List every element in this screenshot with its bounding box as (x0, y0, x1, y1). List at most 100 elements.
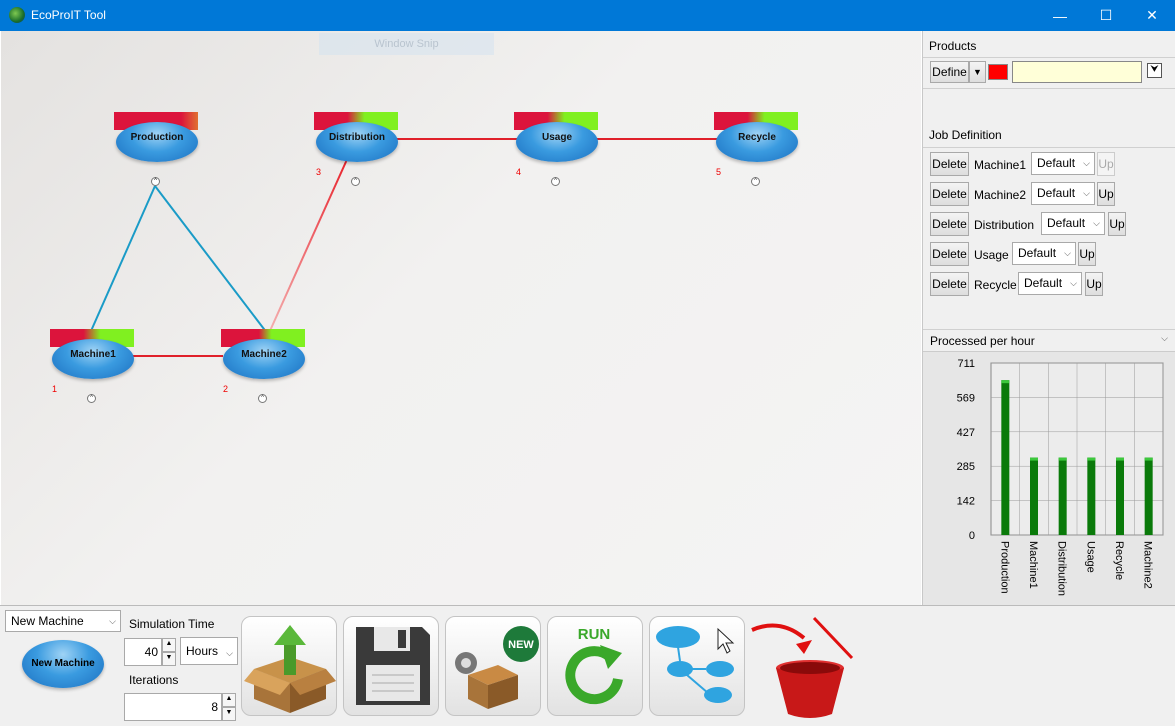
open-box-icon (244, 625, 336, 713)
bar-highlight (1030, 457, 1038, 461)
chevron-down-icon: ⌵ (1161, 333, 1168, 343)
y-tick-label: 285 (957, 461, 975, 473)
node-production[interactable]: Production (114, 112, 198, 182)
sim-time-input[interactable]: 40 (124, 638, 162, 666)
bar (1030, 457, 1038, 535)
link-production-machine2[interactable] (154, 185, 268, 334)
product-expand-icon[interactable]: ⮟ (1147, 63, 1162, 78)
save-button[interactable] (343, 616, 439, 716)
chevron-down-icon: ⌵ (226, 648, 233, 658)
iterations-up-button[interactable]: ▲ (222, 693, 236, 707)
minimize-button[interactable]: — (1037, 0, 1083, 31)
connector-handle[interactable]: ^ (258, 394, 267, 403)
node-usage[interactable]: Usage 4 ^ (514, 112, 598, 186)
job-name: Machine1 (974, 158, 1027, 172)
bar-highlight (1001, 380, 1010, 384)
job-option-select[interactable]: Default ⌵ (1041, 212, 1105, 235)
app-globe-icon (9, 7, 25, 23)
delete-job-button[interactable]: Delete (930, 272, 969, 296)
node-label: Usage (541, 132, 572, 143)
load-button[interactable] (241, 616, 337, 716)
iterations-down-button[interactable]: ▼ (222, 707, 236, 721)
node-distribution[interactable]: Distribution 3 ^ (314, 112, 398, 186)
flowchart-cursor-icon (656, 626, 735, 703)
define-dropdown-button[interactable]: ▼ (969, 61, 986, 83)
connector-handle[interactable]: ^ (87, 394, 96, 403)
node-recycle[interactable]: Recycle 5 ^ (714, 112, 798, 186)
node-number: 4 (516, 167, 522, 177)
link-production-machine1[interactable] (90, 185, 156, 332)
job-option-value: Default (1024, 276, 1063, 290)
new-machine-tool[interactable]: New Machine (22, 640, 104, 688)
stats-selector[interactable]: Processed per hour ⌵ (923, 330, 1175, 352)
divider (923, 57, 1175, 58)
connector-handle[interactable]: ^ (751, 177, 760, 186)
job-name: Usage (974, 248, 1009, 262)
new-badge: NEW (508, 639, 534, 651)
sim-time-down-button[interactable]: ▼ (162, 652, 176, 666)
job-name: Machine2 (974, 188, 1027, 202)
y-tick-label: 142 (957, 496, 975, 508)
job-name: Distribution (974, 218, 1035, 232)
sim-time-unit-select[interactable]: Hours ⌵ (180, 637, 238, 665)
move-up-button[interactable]: Up (1108, 212, 1126, 236)
node-number: 1 (52, 384, 58, 394)
move-up-button[interactable]: Up (1097, 182, 1115, 206)
iterations-input[interactable]: 8 (124, 693, 222, 721)
new-model-button[interactable]: NEW (445, 616, 541, 716)
y-tick-label: 427 (957, 427, 975, 439)
right-panel: Products Define ▼ ⮟ Job Definition Delet… (922, 31, 1175, 605)
node-machine2[interactable]: Machine2 2 ^ (221, 329, 305, 403)
delete-job-button[interactable]: Delete (930, 242, 969, 266)
job-option-select[interactable]: Default ⌵ (1012, 242, 1076, 265)
products-title: Products (929, 39, 977, 53)
node-label: Production (130, 132, 184, 143)
divider (923, 147, 1175, 148)
job-definition-title: Job Definition (929, 128, 1002, 142)
delete-job-button[interactable]: Delete (930, 182, 969, 206)
job-option-value: Default (1018, 246, 1057, 260)
close-button[interactable]: ✕ (1129, 0, 1175, 31)
select-mode-button[interactable] (649, 616, 745, 716)
job-option-select[interactable]: Default ⌵ (1031, 152, 1095, 175)
run-refresh-icon: RUN (565, 626, 623, 705)
title-bar: EcoProIT Tool — ☐ ✕ (0, 0, 1175, 31)
x-tick-label: Recycle (1113, 541, 1125, 580)
chart-svg: 711 569 427 285 142 0 Production Machine1 Distri… (957, 358, 1164, 596)
machine-type-value: New Machine (11, 614, 84, 628)
processed-chart: 711 569 427 285 142 0 Production Machine1 Distri… (923, 352, 1175, 605)
node-number: 2 (223, 384, 229, 394)
chevron-down-icon: ⌵ (1070, 278, 1077, 288)
bottom-toolbar: New Machine ⌵ New Machine Simulation Time… (0, 605, 1175, 726)
move-up-button[interactable]: Up (1097, 152, 1115, 176)
job-option-select[interactable]: Default ⌵ (1018, 272, 1082, 295)
product-color-swatch[interactable] (988, 64, 1008, 80)
bar (1001, 380, 1010, 535)
connector-handle[interactable]: ^ (351, 177, 360, 186)
product-name-input[interactable] (1012, 61, 1142, 83)
delete-job-button[interactable]: Delete (930, 152, 969, 176)
move-up-button[interactable]: Up (1078, 242, 1096, 266)
production-connector-handle[interactable]: ^ (151, 177, 160, 186)
node-machine1[interactable]: Machine1 1 ^ (50, 329, 134, 403)
machine-type-select[interactable]: New Machine ⌵ (5, 610, 121, 632)
define-product-button[interactable]: Define (930, 61, 969, 83)
chevron-down-icon: ⌵ (1083, 158, 1090, 168)
bar-highlight (1116, 457, 1124, 461)
delete-bin-button[interactable] (750, 614, 860, 722)
sim-time-up-button[interactable]: ▲ (162, 638, 176, 652)
x-tick-label: Distribution (1056, 541, 1068, 596)
move-up-button[interactable]: Up (1085, 272, 1103, 296)
delete-job-button[interactable]: Delete (930, 212, 969, 236)
maximize-button[interactable]: ☐ (1083, 0, 1129, 31)
job-option-select[interactable]: Default ⌵ (1031, 182, 1095, 205)
bar (1116, 457, 1124, 535)
model-canvas[interactable]: Window Snip Production ^ Distribution 3 … (1, 31, 921, 605)
connector-handle[interactable]: ^ (551, 177, 560, 186)
x-tick-label: Usage (1084, 541, 1096, 573)
bar (1144, 457, 1153, 535)
node-label: Distribution (328, 132, 386, 143)
run-button[interactable]: RUN (547, 616, 643, 716)
node-label: Machine2 (241, 349, 287, 360)
chevron-down-icon: ⌵ (1093, 218, 1100, 228)
